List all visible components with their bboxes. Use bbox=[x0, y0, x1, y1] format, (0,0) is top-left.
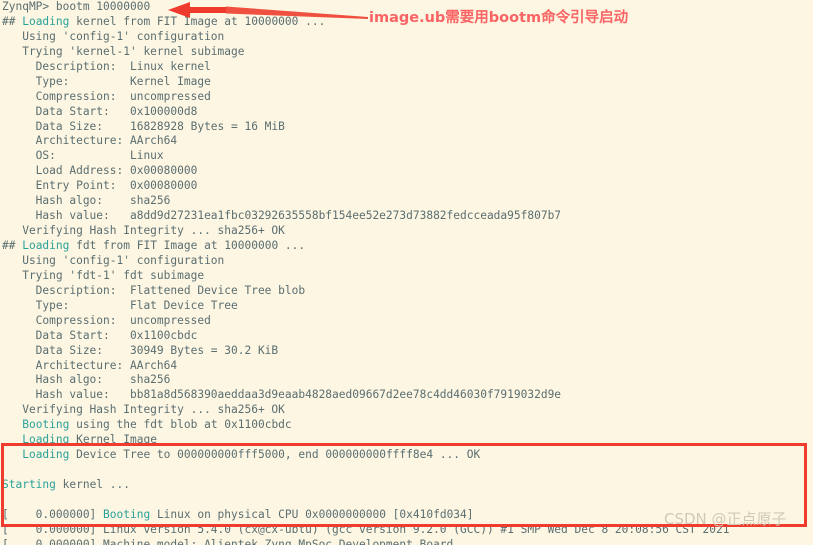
console-line: Description: Linux kernel bbox=[2, 59, 211, 73]
terminal-screenshot: ZynqMP> bootm 10000000 ## Loading kernel … bbox=[0, 0, 813, 545]
console-line: Data Start: 0x1100cbdc bbox=[2, 328, 198, 342]
console-line: Loading Kernel Image bbox=[22, 433, 157, 447]
console-line: Hash value: a8dd9d27231ea1fbc03292635558… bbox=[2, 209, 562, 223]
console-line: Compression: uncompressed bbox=[2, 313, 211, 327]
console-keyword: Booting bbox=[22, 418, 70, 432]
console-line: Data Size: 16828928 Bytes = 16 MiB bbox=[2, 119, 285, 133]
console-line: Compression: uncompressed bbox=[2, 89, 211, 103]
console-line: [ 0.000000] Booting Linux on physical CP… bbox=[2, 507, 474, 521]
console-line: Trying 'kernel-1' kernel subimage bbox=[2, 44, 245, 58]
console-line: ## Loading fdt from FIT Image at 1000000… bbox=[2, 239, 306, 252]
console-keyword: Starting bbox=[2, 478, 56, 491]
console-line: Architecture: AArch64 bbox=[2, 134, 178, 148]
console-line: Hash algo: sha256 bbox=[2, 194, 171, 208]
console-line: Entry Point: 0x00080000 bbox=[2, 179, 198, 193]
console-line: Loading Device Tree to 000000000fff5000,… bbox=[22, 448, 481, 462]
console-line: [ 0.000000] Linux version 5.4.0 (cx@cx-u… bbox=[2, 522, 730, 536]
console-line: Using 'config-1' configuration bbox=[2, 253, 225, 267]
console-line: Trying 'fdt-1' fdt subimage bbox=[2, 268, 205, 282]
console-keyword: Loading bbox=[22, 14, 70, 28]
console-line: [ 0.000000] Machine model: Alientek Zynq… bbox=[2, 537, 454, 545]
console-line: Type: Flat Device Tree bbox=[2, 298, 238, 312]
console-line: Verifying Hash Integrity ... sha256+ OK bbox=[2, 224, 285, 238]
console-line: Using 'config-1' configuration bbox=[2, 29, 225, 43]
console-keyword: Booting bbox=[103, 507, 151, 521]
console-line: Verifying Hash Integrity ... sha256+ OK bbox=[2, 403, 285, 417]
console-line: OS: Linux bbox=[2, 149, 164, 163]
console-keyword: Loading bbox=[22, 448, 70, 462]
console-keyword: Loading bbox=[22, 239, 70, 252]
serial-console-output[interactable]: ZynqMP> bootm 10000000 ## Loading kernel … bbox=[0, 0, 813, 545]
console-line: Data Start: 0x100000d8 bbox=[2, 104, 198, 118]
console-line: Booting using the fdt blob at 0x1100cbdc bbox=[22, 418, 292, 432]
console-line: Type: Kernel Image bbox=[2, 74, 211, 88]
console-line: Hash algo: sha256 bbox=[2, 373, 171, 387]
console-line: Hash value: bb81a8d568390aeddaa3d9eaab48… bbox=[2, 388, 562, 402]
console-line: Data Size: 30949 Bytes = 30.2 KiB bbox=[2, 343, 279, 357]
console-keyword: Loading bbox=[22, 433, 70, 447]
console-line: Architecture: AArch64 bbox=[2, 358, 178, 372]
console-line: Starting kernel ... bbox=[2, 478, 130, 491]
annotation-note: image.ub需要用bootm命令引导启动 bbox=[369, 10, 629, 26]
console-line: Description: Flattened Device Tree blob bbox=[2, 283, 306, 297]
console-line: Load Address: 0x00080000 bbox=[2, 164, 198, 178]
